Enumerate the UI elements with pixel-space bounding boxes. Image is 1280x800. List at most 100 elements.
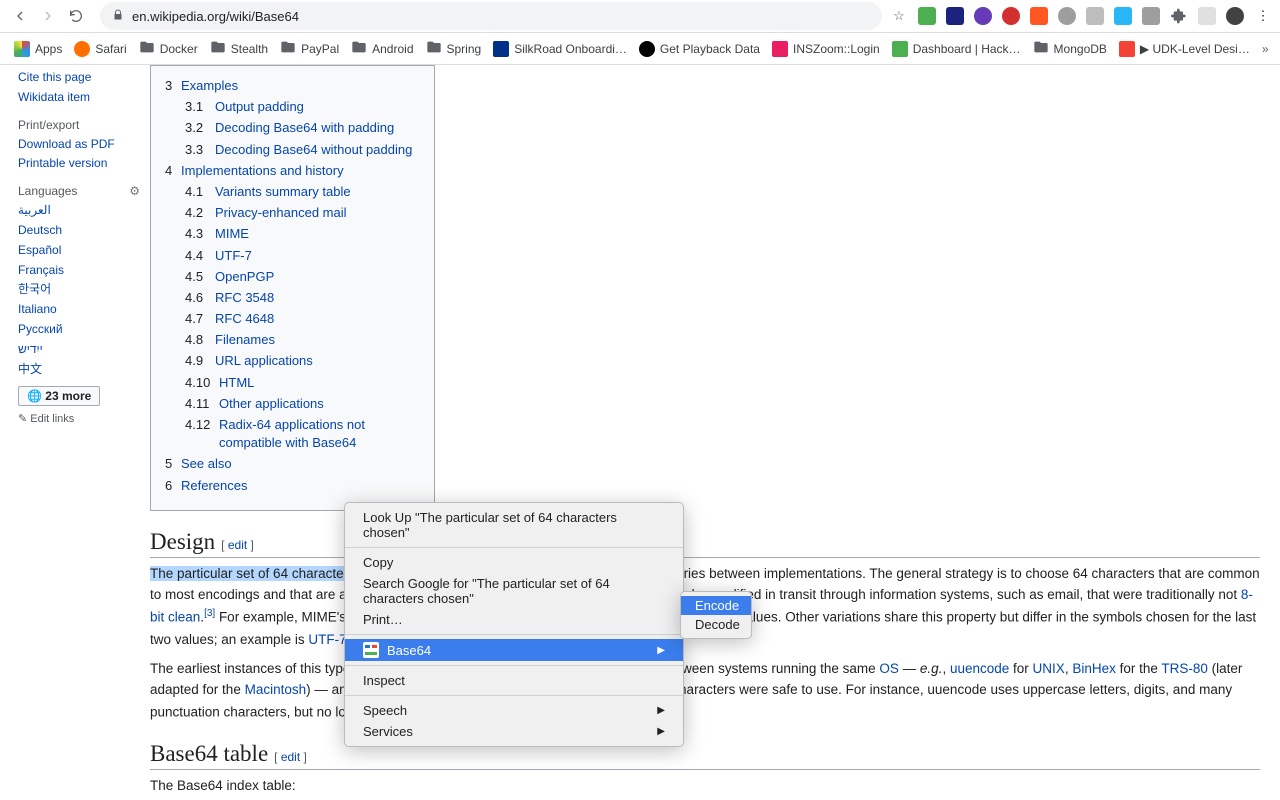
reload-button[interactable] [64,4,88,28]
toc-link[interactable]: See also [181,455,232,473]
bookmark-item[interactable]: SilkRoad Onboardi… [487,37,633,61]
ctx-base64[interactable]: Base64▶ [345,639,683,661]
bookmark-item[interactable]: Stealth [204,35,274,62]
apps-button[interactable]: Apps [8,37,68,61]
extension-icon[interactable] [1030,7,1048,25]
toc-link[interactable]: Decoding Base64 without padding [215,141,412,159]
extension-icon[interactable] [1142,7,1160,25]
url-text: en.wikipedia.org/wiki/Base64 [132,9,299,24]
toc-link[interactable]: Examples [181,77,238,95]
other-bookmarks[interactable]: Other Bookmarks [1275,35,1280,62]
edit-links[interactable]: ✎ Edit links [18,412,74,425]
sub-decode[interactable]: Decode [681,615,751,634]
bookmark-item[interactable]: INSZoom::Login [766,37,886,61]
toc-link[interactable]: MIME [215,225,249,243]
sidebar-link[interactable]: Download as PDF [18,137,115,151]
bookmark-item[interactable]: ▶ UDK-Level Desi… [1113,37,1256,61]
back-button[interactable] [8,4,32,28]
bookmark-item[interactable]: Get Playback Data [633,37,766,61]
lang-link[interactable]: Italiano [18,302,57,316]
lang-link[interactable]: 한국어 [18,282,51,296]
base64-icon [363,642,379,658]
context-submenu: Encode Decode [680,591,752,639]
bookmark-item[interactable]: Spring [420,35,488,62]
bookmark-item[interactable]: Safari [68,37,132,61]
wikilink[interactable]: BinHex [1072,661,1116,676]
wikilink[interactable]: Macintosh [245,682,307,697]
more-languages[interactable]: 🌐 23 more [18,386,100,406]
toc-link[interactable]: Privacy-enhanced mail [215,204,347,222]
sidebar-link[interactable]: Cite this page [18,70,91,84]
extension-icon[interactable] [1114,7,1132,25]
edit-link[interactable]: edit [281,750,300,764]
toc-link[interactable]: UTF-7 [215,247,252,265]
toc-link[interactable]: Radix-64 applications not compatible wit… [219,416,420,452]
toc-link[interactable]: URL applications [215,352,313,370]
bookmark-overflow[interactable]: » [1262,42,1269,56]
address-bar[interactable]: en.wikipedia.org/wiki/Base64 [100,2,882,30]
toc-link[interactable]: Output padding [215,98,304,116]
ctx-copy[interactable]: Copy [345,552,683,573]
toc-link[interactable]: Other applications [219,395,324,413]
toc-link[interactable]: RFC 3548 [215,289,274,307]
extensions-icon[interactable] [1170,7,1188,25]
lang-link[interactable]: العربية [18,203,51,217]
toc-link[interactable]: HTML [219,374,254,392]
extension-icon[interactable] [974,7,992,25]
extension-icon[interactable] [1198,7,1216,25]
bookmark-item[interactable]: PayPal [274,35,345,62]
lang-link[interactable]: Русский [18,322,63,336]
wikilink[interactable]: UTF-7 [308,632,346,647]
toc-link[interactable]: OpenPGP [215,268,274,286]
wikilink[interactable]: OS [879,661,899,676]
ctx-separator [345,634,683,635]
toolbar-extensions: ☆ ⋮ [890,7,1272,25]
extension-icon[interactable] [918,7,936,25]
sidebar-heading: Print/export [18,118,140,132]
ctx-services[interactable]: Services▶ [345,721,683,742]
ctx-separator [345,547,683,548]
bookmark-item[interactable]: Docker [133,35,204,62]
sidebar-link[interactable]: Wikidata item [18,90,90,104]
lang-link[interactable]: 中文 [18,362,42,376]
bookmark-item[interactable]: Dashboard | Hack… [886,37,1027,61]
wikilink[interactable]: uuencode [950,661,1009,676]
sub-encode[interactable]: Encode [681,596,751,615]
toc-link[interactable]: Decoding Base64 with padding [215,119,394,137]
toc-link[interactable]: References [181,477,247,495]
edit-link[interactable]: edit [228,538,247,552]
menu-icon[interactable]: ⋮ [1254,7,1272,25]
toc-link[interactable]: Variants summary table [215,183,351,201]
context-menu: Look Up "The particular set of 64 charac… [344,502,684,747]
extension-icon[interactable] [946,7,964,25]
ref-link[interactable]: [3] [204,608,215,619]
ctx-inspect[interactable]: Inspect [345,670,683,691]
extension-icon[interactable] [1086,7,1104,25]
toc-link[interactable]: Filenames [215,331,275,349]
extension-icon[interactable] [1058,7,1076,25]
lang-link[interactable]: Français [18,263,64,277]
toc-link[interactable]: Implementations and history [181,162,344,180]
lang-link[interactable]: Deutsch [18,223,62,237]
lang-link[interactable]: Español [18,243,61,257]
table-of-contents: 3Examples 3.1Output padding 3.2Decoding … [150,65,435,511]
ctx-print[interactable]: Print… [345,609,683,630]
wikilink[interactable]: TRS-80 [1161,661,1208,676]
profile-avatar[interactable] [1226,7,1244,25]
ctx-separator [345,695,683,696]
ctx-search[interactable]: Search Google for "The particular set of… [345,573,683,609]
gear-icon[interactable]: ⚙ [129,184,140,198]
ctx-lookup[interactable]: Look Up "The particular set of 64 charac… [345,507,683,543]
abp-icon[interactable] [1002,7,1020,25]
wikilink[interactable]: UNIX [1033,661,1065,676]
ctx-speech[interactable]: Speech▶ [345,700,683,721]
toc-link[interactable]: RFC 4648 [215,310,274,328]
sidebar-link[interactable]: Printable version [18,156,107,170]
bookmark-item[interactable]: Android [345,35,419,62]
bookmark-item[interactable]: MongoDB [1027,35,1113,62]
star-icon[interactable]: ☆ [890,7,908,25]
lang-link[interactable]: ייִדיש [18,342,43,356]
sidebar-heading: Languages⚙ [18,184,140,198]
forward-button[interactable] [36,4,60,28]
section-heading-table: Base64 table[ edit ] [150,741,1260,770]
